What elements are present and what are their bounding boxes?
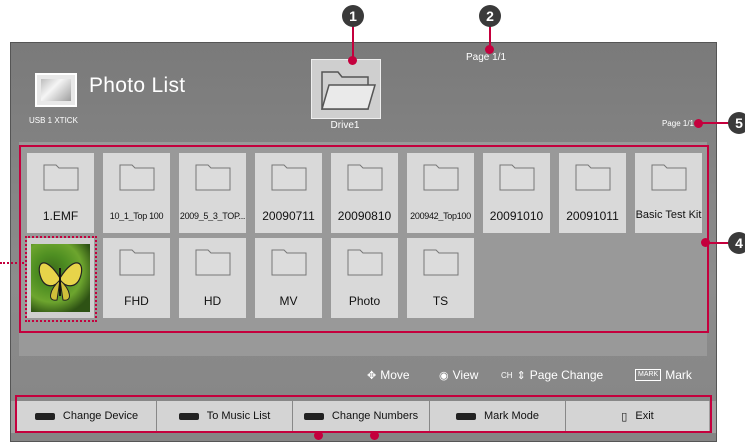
callout-bottom-dot-right bbox=[370, 431, 379, 440]
ch-label: CH bbox=[501, 370, 513, 380]
callout-5-dot bbox=[694, 119, 703, 128]
callout-1-line bbox=[352, 26, 354, 58]
callout-2-dot bbox=[485, 45, 494, 54]
callout-4-dot bbox=[701, 238, 710, 247]
ok-button-icon: ◉ bbox=[439, 369, 449, 382]
hint-view: ◉ View bbox=[439, 368, 478, 382]
hint-view-label: View bbox=[452, 368, 479, 382]
hint-mark-label: Mark bbox=[665, 368, 692, 382]
page-title: Photo List bbox=[89, 74, 186, 97]
callout-5: 5 bbox=[728, 112, 745, 134]
hint-page-change: CH ⇕ Page Change bbox=[501, 368, 603, 382]
callout-2: 2 bbox=[479, 5, 501, 27]
selection-highlight bbox=[25, 236, 97, 322]
hint-mark: MARK Mark bbox=[635, 368, 692, 382]
callout-1: 1 bbox=[342, 5, 364, 27]
tv-screen: Photo List USB 1 XTICK Drive1 Page 1/1 P… bbox=[10, 42, 717, 442]
hint-page-change-label: Page Change bbox=[529, 368, 604, 382]
callout-3-line bbox=[0, 262, 24, 264]
page-indicator-top: Page 1/1 bbox=[466, 52, 507, 63]
callout-1-dot bbox=[348, 56, 357, 65]
hint-bar: ✥ Move ◉ View CH ⇕ Page Change MARK Mark bbox=[11, 368, 716, 390]
move-arrows-icon: ✥ bbox=[367, 369, 377, 382]
callout-bottom-dot-left bbox=[314, 431, 323, 440]
bottom-bar-highlight-frame bbox=[15, 395, 712, 433]
drive-folder-icon[interactable] bbox=[311, 59, 381, 119]
drive-label: Drive1 bbox=[330, 120, 360, 131]
callout-4: 4 bbox=[728, 232, 745, 254]
hint-move: ✥ Move bbox=[367, 368, 410, 382]
grid-highlight-frame bbox=[19, 145, 709, 333]
hint-move-label: Move bbox=[380, 368, 410, 382]
ch-updown-icon: ⇕ bbox=[516, 369, 526, 382]
mark-badge: MARK bbox=[635, 369, 662, 381]
device-label: USB 1 XTICK bbox=[29, 116, 78, 125]
callout-5-line bbox=[700, 122, 730, 124]
photo-list-icon bbox=[35, 73, 77, 107]
page-indicator-right: Page 1/1 bbox=[661, 119, 694, 128]
